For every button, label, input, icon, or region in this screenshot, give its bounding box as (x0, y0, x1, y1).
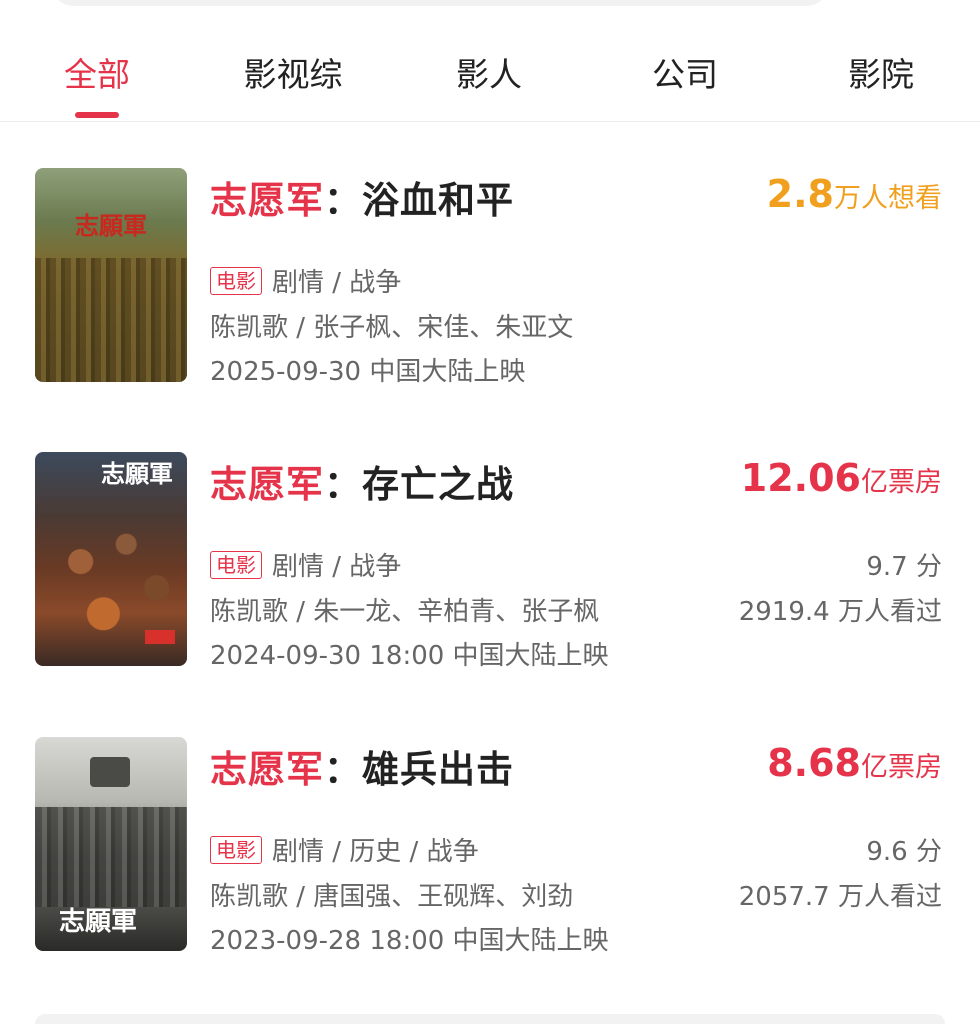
search-bar-edge[interactable] (50, 0, 830, 6)
cast-row: 陈凯歌 / 唐国强、王砚辉、刘劲 (210, 882, 574, 912)
viewer-count: 2919.4 万人看过 (738, 597, 942, 627)
release-row: 2025-09-30 中国大陆上映 (210, 357, 526, 387)
movie-title[interactable]: 志愿军：雄兵出击 (210, 739, 514, 793)
genre-row: 电影 剧情 / 战争 (210, 546, 401, 583)
movie-poster[interactable]: 志願軍 (35, 452, 187, 666)
cast-row: 陈凯歌 / 张子枫、宋佳、朱亚文 (210, 313, 574, 343)
category-tabs: 全部 影视综 影人 公司 影院 (0, 40, 980, 120)
tab-people[interactable]: 影人 (419, 48, 559, 96)
movie-item[interactable]: 志願軍 志愿军：浴血和平 2.8万人想看 电影 剧情 / 战争 陈凯歌 / 张子枫… (0, 168, 980, 398)
box-office: 12.06亿票房 (740, 456, 942, 500)
tab-company[interactable]: 公司 (615, 48, 755, 96)
tab-film-tv-variety[interactable]: 影视综 (223, 48, 363, 96)
viewer-count: 2057.7 万人看过 (738, 882, 942, 912)
movie-title[interactable]: 志愿军：浴血和平 (210, 170, 514, 224)
poster-title-text: 志願軍 (75, 211, 147, 240)
type-badge: 电影 (210, 836, 262, 864)
rating-score: 9.6 分 (866, 837, 942, 867)
movie-title[interactable]: 志愿军：存亡之战 (210, 454, 514, 508)
movie-poster[interactable]: 志願軍 (35, 168, 187, 382)
poster-title-text: 志願軍 (59, 907, 138, 937)
genre-row: 电影 剧情 / 历史 / 战争 (210, 831, 479, 868)
tab-cinema[interactable]: 影院 (811, 48, 951, 96)
rating-score: 9.7 分 (866, 552, 942, 582)
box-office: 8.68亿票房 (767, 741, 942, 785)
divider (0, 121, 980, 122)
want-to-see-count: 2.8万人想看 (766, 172, 942, 216)
genre-row: 电影 剧情 / 战争 (210, 262, 401, 299)
active-tab-indicator (75, 112, 119, 118)
release-row: 2024-09-30 18:00 中国大陆上映 (210, 641, 609, 671)
next-section-edge (35, 1014, 945, 1024)
movie-item[interactable]: 志願軍 志愿军：存亡之战 12.06亿票房 电影 剧情 / 战争 陈凯歌 / 朱一… (0, 452, 980, 682)
tab-all[interactable]: 全部 (27, 48, 167, 96)
movie-poster[interactable]: 志願軍 (35, 737, 187, 951)
movie-item[interactable]: 志願軍 志愿军：雄兵出击 8.68亿票房 电影 剧情 / 历史 / 战争 陈凯歌 … (0, 737, 980, 967)
poster-title-text: 志願軍 (101, 459, 173, 488)
type-badge: 电影 (210, 551, 262, 579)
type-badge: 电影 (210, 267, 262, 295)
cast-row: 陈凯歌 / 朱一龙、辛柏青、张子枫 (210, 597, 600, 627)
release-row: 2023-09-28 18:00 中国大陆上映 (210, 926, 609, 956)
